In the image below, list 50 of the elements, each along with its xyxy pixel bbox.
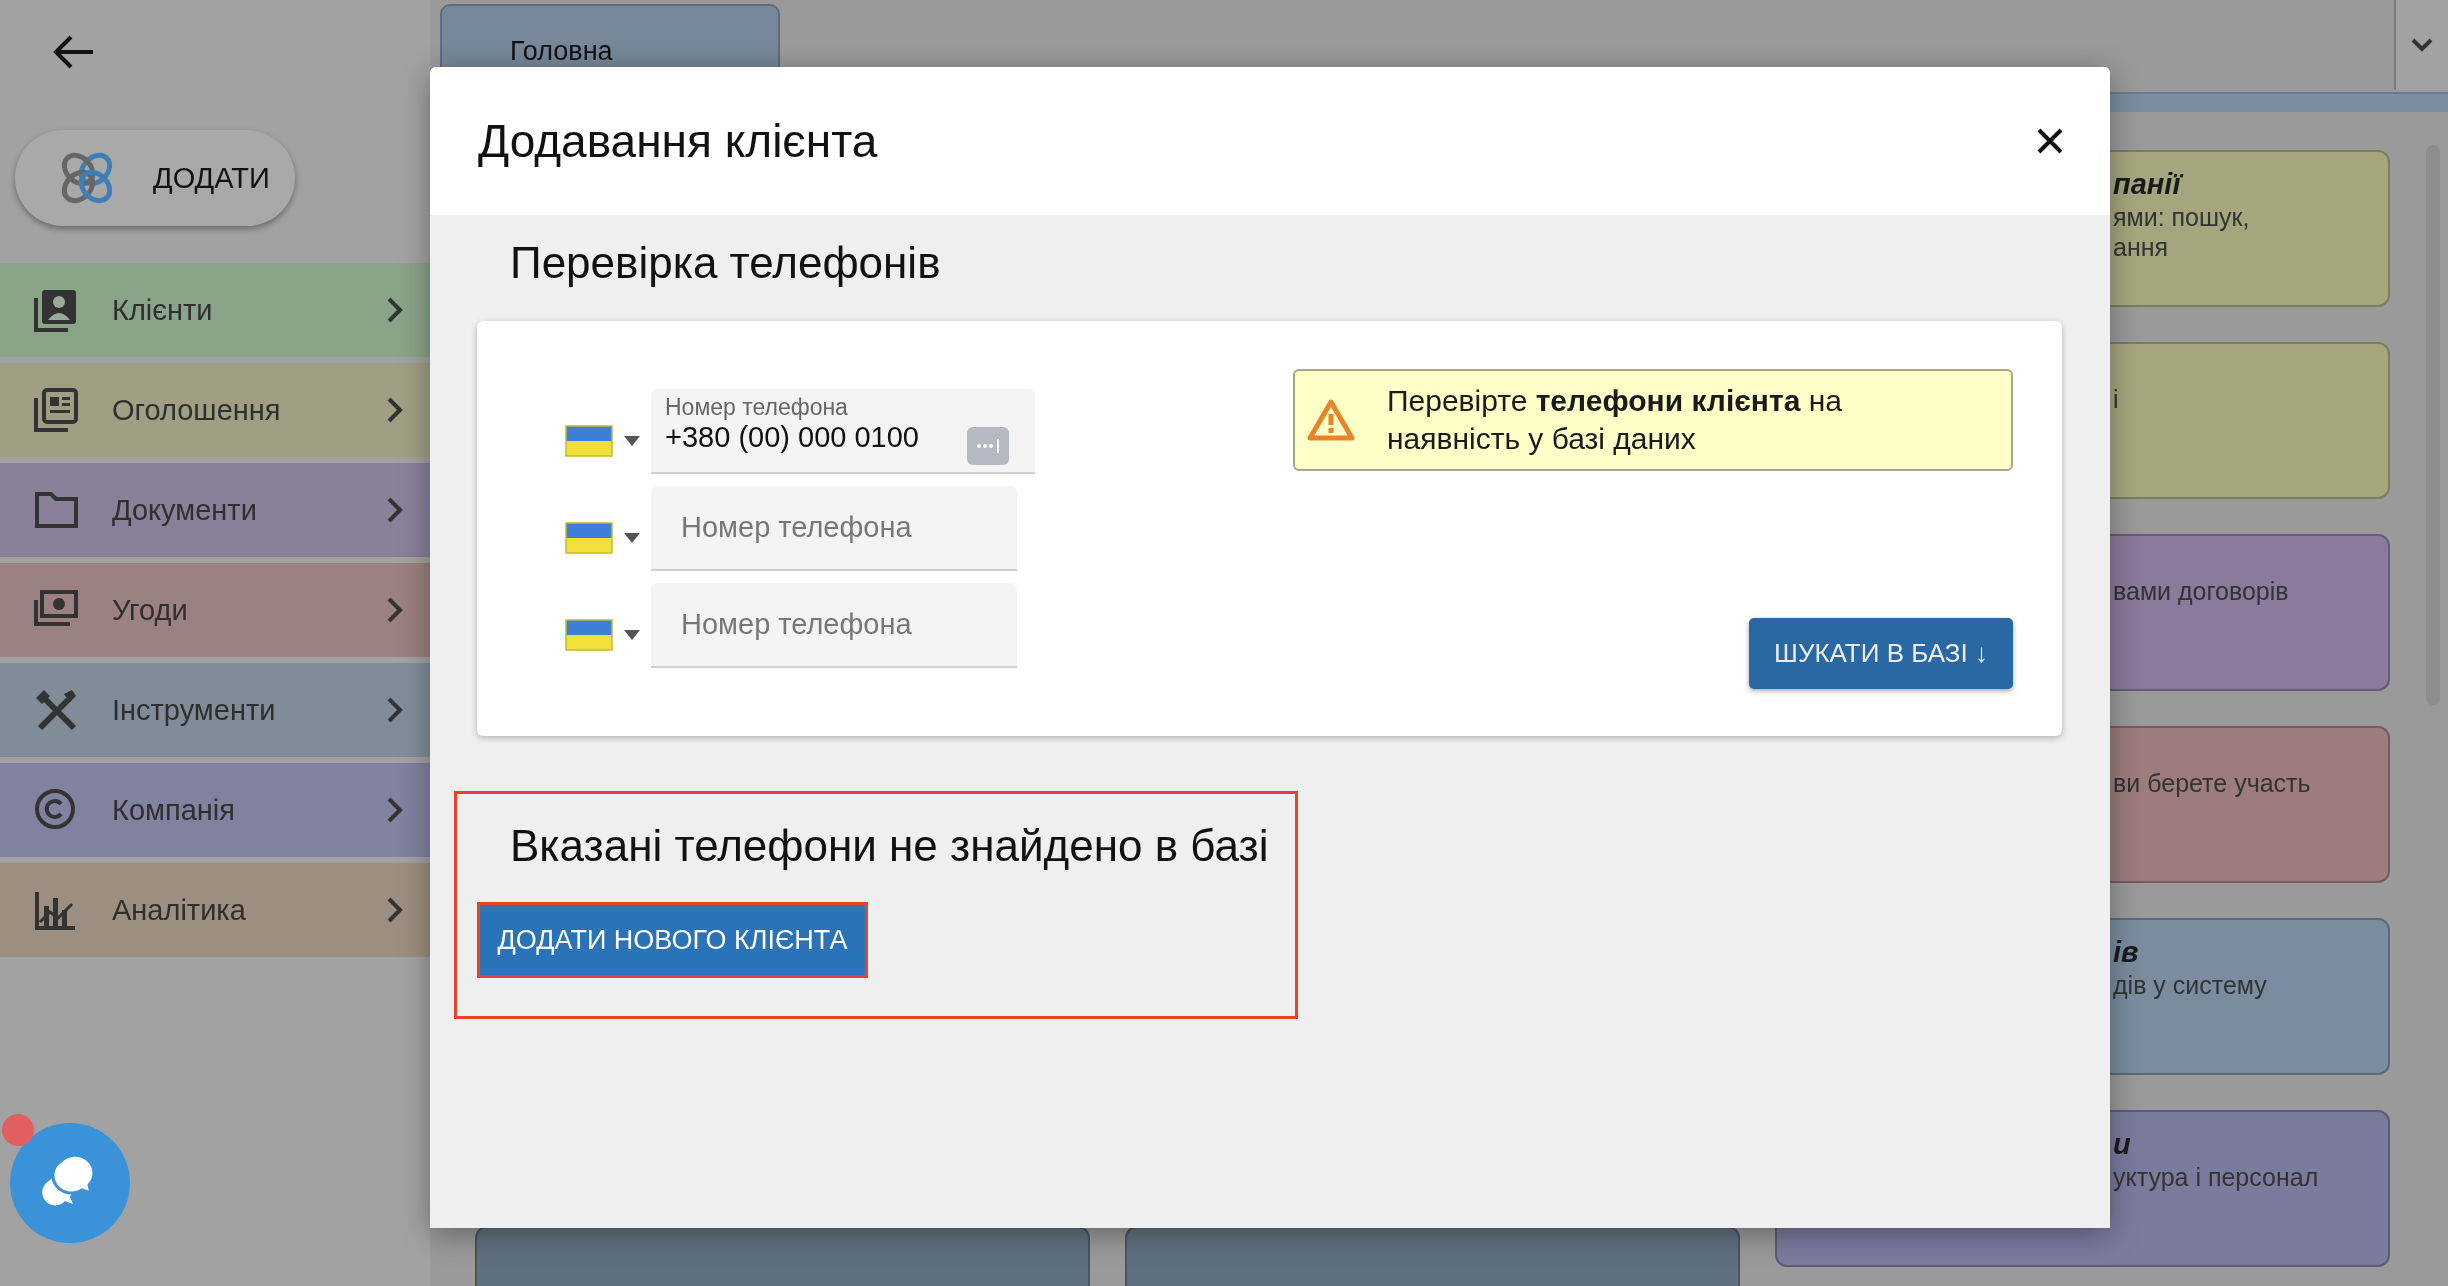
flag-icon: [565, 521, 613, 554]
caret-icon: [623, 531, 641, 544]
chevron-right-icon: [386, 696, 404, 724]
menu-item[interactable]: Аналітика: [0, 863, 430, 957]
notice-text: Перевірте телефони клієнта на наявність у базі даних: [1387, 383, 1843, 457]
chevron-right-icon: [386, 496, 404, 524]
phone-field[interactable]: Номер телефона +380 (00) 000 0100: [651, 389, 1035, 474]
back-arrow-icon: [51, 34, 95, 70]
section-title: Перевірка телефонів: [510, 237, 941, 289]
card-text: уктура і персонал: [2113, 1162, 2320, 1192]
chevron-right-icon: [386, 896, 404, 924]
chevron-right-icon: [386, 596, 404, 624]
result-message: Вказані телефони не знайдено в базі: [510, 820, 1270, 872]
card-text: і: [2113, 384, 2120, 414]
menu-item[interactable]: Документи: [0, 463, 430, 557]
chevron-right-icon: [386, 296, 404, 324]
tools-icon: [34, 688, 78, 732]
flag-icon: [565, 424, 613, 457]
menu-item[interactable]: Компанія: [0, 763, 430, 857]
phone-field[interactable]: Номер телефона: [651, 583, 1017, 668]
card-text: ання: [2113, 232, 2170, 262]
card-text: ви берете участь: [2113, 768, 2312, 798]
card-title: панії: [2113, 166, 2378, 202]
contacts-icon: [34, 288, 78, 332]
menu-item[interactable]: Угоди: [0, 563, 430, 657]
dots-icon: [967, 427, 1009, 465]
caret-icon: [623, 434, 641, 447]
menu-item[interactable]: Інструменти: [0, 663, 430, 757]
card-title: и: [2113, 1127, 2132, 1162]
menu-item[interactable]: Оголошення: [0, 363, 430, 457]
menu-item[interactable]: Клієнти: [0, 263, 430, 357]
card-text: вами договорів: [2113, 576, 2290, 606]
flag-icon: [565, 618, 613, 651]
chevron-right-icon: [386, 396, 404, 424]
search-button[interactable]: ШУКАТИ В БАЗІ ↓: [1749, 618, 2013, 689]
caret-icon: [623, 628, 641, 641]
close-icon: [2036, 127, 2064, 155]
phone-field[interactable]: Номер телефона: [651, 486, 1017, 571]
field-value[interactable]: +380 (00) 000 0100: [665, 421, 955, 454]
chevron-down-icon: [2411, 38, 2433, 52]
card-title: ів: [2113, 935, 2140, 970]
copyright-icon: [34, 788, 78, 832]
add-client-button[interactable]: ДОДАТИ НОВОГО КЛІЄНТА: [480, 905, 865, 975]
card-text: ями: пошук,: [2113, 202, 2251, 232]
card-text: дів у систему: [2113, 970, 2268, 1000]
newspaper-icon: [34, 388, 78, 432]
modal-title: Додавання клієнта: [478, 114, 878, 168]
chevron-right-icon: [386, 796, 404, 824]
warning-icon: [1307, 399, 1355, 441]
add-button[interactable]: ДОДАТИ: [15, 130, 295, 226]
